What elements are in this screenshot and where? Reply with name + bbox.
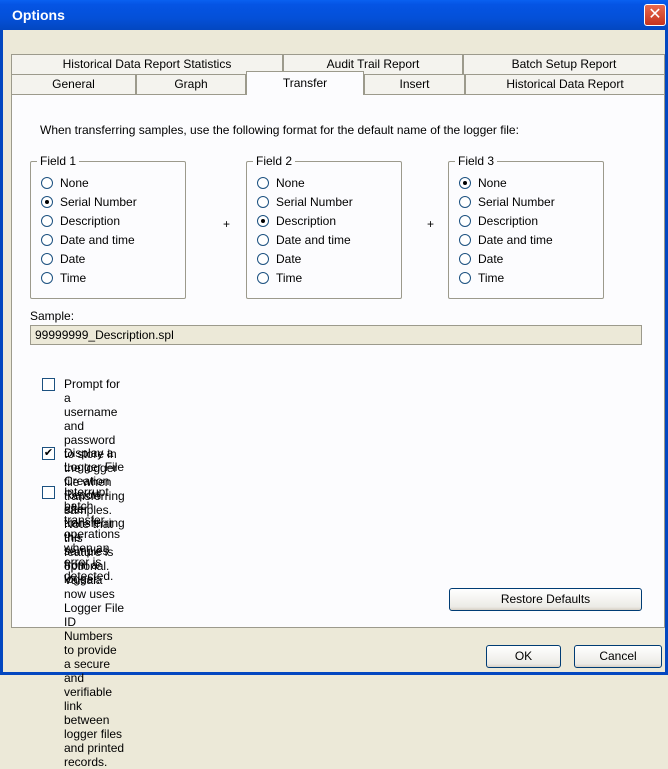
field-3-group: Field 3 None Serial Number Description D… bbox=[448, 154, 604, 299]
close-button[interactable]: ✕ bbox=[644, 4, 666, 26]
tab-batch-setup-report[interactable]: Batch Setup Report bbox=[463, 54, 665, 74]
radio-selected-icon bbox=[257, 214, 269, 227]
field-2-option-description[interactable]: Description bbox=[257, 213, 336, 229]
field-1-group: Field 1 None Serial Number Description D… bbox=[30, 154, 186, 299]
field-3-option-none[interactable]: None bbox=[459, 175, 507, 191]
field-1-option-time[interactable]: Time bbox=[41, 270, 86, 286]
window-title: Options bbox=[12, 7, 65, 23]
tab-historical-data-report-statistics[interactable]: Historical Data Report Statistics bbox=[11, 54, 283, 74]
radio-icon bbox=[459, 252, 471, 265]
cancel-button[interactable]: Cancel bbox=[574, 645, 662, 668]
field-2-option-time[interactable]: Time bbox=[257, 270, 302, 286]
field-2-option-date-and-time[interactable]: Date and time bbox=[257, 232, 351, 248]
tab-transfer[interactable]: Transfer bbox=[246, 71, 364, 95]
plus-sign: + bbox=[427, 217, 435, 231]
radio-icon bbox=[41, 214, 53, 227]
field-3-legend: Field 3 bbox=[455, 154, 498, 168]
radio-icon bbox=[459, 233, 471, 246]
radio-icon bbox=[41, 252, 53, 265]
intro-text: When transferring samples, use the follo… bbox=[40, 123, 519, 137]
field-1-option-description[interactable]: Description bbox=[41, 213, 120, 229]
field-3-option-date-and-time[interactable]: Date and time bbox=[459, 232, 553, 248]
plus-sign: + bbox=[223, 217, 231, 231]
field-3-option-date[interactable]: Date bbox=[459, 251, 503, 267]
checkbox-icon[interactable] bbox=[42, 486, 55, 499]
field-2-option-none[interactable]: None bbox=[257, 175, 305, 191]
radio-icon bbox=[41, 176, 53, 189]
tab-graph[interactable]: Graph bbox=[136, 74, 246, 94]
window-frame-left bbox=[0, 30, 3, 675]
tab-general[interactable]: General bbox=[11, 74, 136, 94]
field-3-option-time[interactable]: Time bbox=[459, 270, 504, 286]
ok-button[interactable]: OK bbox=[486, 645, 561, 668]
radio-selected-icon bbox=[459, 176, 471, 189]
field-3-option-description[interactable]: Description bbox=[459, 213, 538, 229]
radio-icon bbox=[459, 271, 471, 284]
radio-icon bbox=[257, 195, 269, 208]
field-2-legend: Field 2 bbox=[253, 154, 296, 168]
field-1-legend: Field 1 bbox=[37, 154, 80, 168]
tab-historical-data-report[interactable]: Historical Data Report bbox=[465, 74, 665, 94]
radio-icon bbox=[257, 176, 269, 189]
radio-icon bbox=[459, 195, 471, 208]
radio-icon bbox=[459, 214, 471, 227]
sample-field: 99999999_Description.spl bbox=[30, 325, 642, 345]
field-3-option-serial-number[interactable]: Serial Number bbox=[459, 194, 555, 210]
field-1-option-date[interactable]: Date bbox=[41, 251, 85, 267]
field-2-option-serial-number[interactable]: Serial Number bbox=[257, 194, 353, 210]
field-1-option-serial-number[interactable]: Serial Number bbox=[41, 194, 137, 210]
tab-insert[interactable]: Insert bbox=[364, 74, 465, 94]
radio-icon bbox=[41, 233, 53, 246]
close-icon: ✕ bbox=[648, 6, 662, 23]
radio-icon bbox=[257, 252, 269, 265]
field-2-option-date[interactable]: Date bbox=[257, 251, 301, 267]
title-bar: Options ✕ bbox=[0, 0, 668, 30]
checkbox-checked-icon[interactable]: ✔ bbox=[42, 447, 55, 460]
field-2-group: Field 2 None Serial Number Description D… bbox=[246, 154, 402, 299]
radio-icon bbox=[257, 233, 269, 246]
sample-label: Sample: bbox=[30, 309, 75, 323]
checkbox-icon[interactable] bbox=[42, 378, 55, 391]
field-1-option-none[interactable]: None bbox=[41, 175, 89, 191]
radio-icon bbox=[41, 271, 53, 284]
radio-icon bbox=[257, 271, 269, 284]
radio-selected-icon bbox=[41, 195, 53, 208]
interrupt-batch-label: Interrupt batch transfer operations when… bbox=[64, 485, 121, 583]
field-1-option-date-and-time[interactable]: Date and time bbox=[41, 232, 135, 248]
restore-defaults-button[interactable]: Restore Defaults bbox=[449, 588, 642, 611]
transfer-tab-panel: When transferring samples, use the follo… bbox=[11, 94, 665, 769]
